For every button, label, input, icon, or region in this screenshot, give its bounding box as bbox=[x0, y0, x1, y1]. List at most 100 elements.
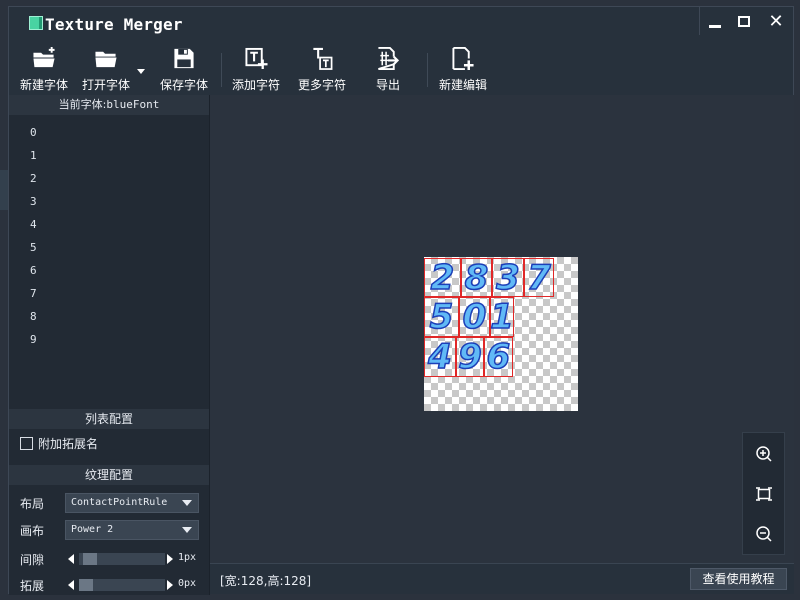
gap-increase-arrow-icon[interactable] bbox=[167, 554, 173, 564]
gap-decrease-arrow-icon[interactable] bbox=[68, 554, 74, 564]
export-icon bbox=[378, 47, 400, 70]
char-list-item[interactable]: 9 bbox=[30, 333, 37, 346]
zoom-in-icon bbox=[756, 446, 772, 462]
maximize-icon bbox=[738, 15, 750, 27]
open-font-button[interactable]: 打开字体 bbox=[81, 47, 131, 93]
chevron-down-icon bbox=[182, 527, 192, 533]
gap-slider-track[interactable] bbox=[79, 553, 165, 565]
zoom-out-icon bbox=[756, 526, 772, 542]
char-list-item[interactable]: 3 bbox=[30, 195, 37, 208]
glyph-tile[interactable]: 4 bbox=[424, 337, 456, 377]
extend-slider-thumb[interactable] bbox=[79, 579, 93, 591]
toolbar: 新建字体 打开字体 保存字体 添加字符 更多字符 导出 新建编辑 bbox=[9, 39, 793, 95]
canvas-value: Power 2 bbox=[71, 524, 114, 535]
add-char-icon bbox=[245, 47, 268, 70]
char-list-item[interactable]: 0 bbox=[30, 126, 37, 139]
glyph-tile[interactable]: 2 bbox=[424, 258, 461, 297]
gap-label: 间隙 bbox=[20, 553, 45, 567]
canvas-select[interactable]: Power 2 bbox=[65, 520, 199, 540]
texture-preview[interactable]: 2 8 3 7 5 0 1 4 9 6 bbox=[424, 257, 578, 411]
append-ext-label: 附加拓展名 bbox=[38, 437, 99, 451]
app-title: Texture Merger bbox=[45, 15, 183, 34]
folder-new-icon bbox=[33, 47, 55, 68]
char-list-item[interactable]: 7 bbox=[30, 287, 37, 300]
current-font-header: 当前字体:blueFont bbox=[9, 95, 209, 115]
layout-select[interactable]: ContactPointRule bbox=[65, 493, 199, 513]
new-font-button[interactable]: 新建字体 bbox=[19, 47, 69, 93]
save-icon bbox=[174, 48, 194, 69]
maximize-button[interactable] bbox=[729, 7, 759, 35]
char-list-item[interactable]: 1 bbox=[30, 149, 37, 162]
more-chars-label: 更多字符 bbox=[297, 78, 346, 92]
close-icon: ✕ bbox=[768, 10, 784, 32]
new-font-label: 新建字体 bbox=[19, 78, 68, 92]
layout-value: ContactPointRule bbox=[71, 497, 168, 508]
background-window-edge bbox=[0, 170, 8, 210]
char-list-item[interactable]: 2 bbox=[30, 172, 37, 185]
export-label: 导出 bbox=[375, 78, 400, 92]
toolbar-separator bbox=[427, 53, 428, 87]
more-chars-button[interactable]: 更多字符 bbox=[297, 47, 347, 93]
extend-slider-track[interactable] bbox=[79, 579, 165, 591]
glyph-tile[interactable]: 3 bbox=[492, 258, 524, 297]
minimize-icon bbox=[708, 24, 721, 28]
title-bar[interactable]: Texture Merger ✕ bbox=[9, 7, 793, 39]
extend-value: 0px bbox=[178, 578, 197, 589]
zoom-out-button[interactable] bbox=[755, 525, 773, 543]
canvas-label: 画布 bbox=[20, 524, 45, 538]
status-bar: [宽:128,高:128] 查看使用教程 bbox=[210, 563, 794, 594]
save-font-button[interactable]: 保存字体 bbox=[159, 47, 209, 93]
zoom-controls bbox=[742, 432, 785, 555]
list-config-title: 列表配置 bbox=[9, 409, 209, 429]
gap-slider[interactable] bbox=[65, 553, 173, 565]
texture-config-title: 纹理配置 bbox=[9, 465, 209, 485]
glyph-tile[interactable]: 5 bbox=[424, 297, 459, 337]
char-list-item[interactable]: 6 bbox=[30, 264, 37, 277]
save-font-label: 保存字体 bbox=[159, 78, 208, 92]
open-font-label: 打开字体 bbox=[81, 78, 130, 92]
texture-size-text: [宽:128,高:128] bbox=[220, 574, 312, 588]
char-list-item[interactable]: 4 bbox=[30, 218, 37, 231]
gap-slider-thumb[interactable] bbox=[83, 553, 97, 565]
glyph-tile[interactable]: 1 bbox=[489, 297, 515, 337]
export-button[interactable]: 导出 bbox=[365, 47, 411, 93]
texture-merger-window: Texture Merger ✕ 新建字体 打开字体 保存字体 添加字符 更多字… bbox=[8, 6, 794, 595]
glyph-tile[interactable]: 8 bbox=[461, 258, 492, 297]
current-font-label: 当前字体: bbox=[58, 98, 107, 111]
add-chars-button[interactable]: 添加字符 bbox=[231, 47, 281, 93]
glyph-tile[interactable]: 6 bbox=[484, 337, 513, 377]
new-edit-icon bbox=[452, 47, 474, 70]
left-panel: 当前字体:blueFont 0 1 2 3 4 5 6 7 8 9 列表配置 附… bbox=[9, 95, 210, 595]
texture-canvas-area[interactable]: 2 8 3 7 5 0 1 4 9 6 bbox=[210, 95, 794, 563]
minimize-button[interactable] bbox=[699, 7, 729, 35]
more-chars-icon bbox=[313, 47, 333, 70]
close-button[interactable]: ✕ bbox=[761, 7, 791, 35]
app-logo-icon bbox=[29, 16, 43, 30]
gap-value: 1px bbox=[178, 552, 197, 563]
char-list-item[interactable]: 8 bbox=[30, 310, 37, 323]
fit-button[interactable] bbox=[755, 485, 773, 503]
toolbar-separator bbox=[221, 53, 222, 87]
append-ext-option[interactable]: 附加拓展名 bbox=[20, 435, 98, 452]
fit-icon bbox=[756, 487, 772, 501]
extend-increase-arrow-icon[interactable] bbox=[167, 580, 173, 590]
view-tutorial-button[interactable]: 查看使用教程 bbox=[690, 568, 787, 590]
new-edit-label: 新建编辑 bbox=[438, 78, 487, 92]
new-edit-button[interactable]: 新建编辑 bbox=[437, 47, 489, 93]
append-ext-checkbox[interactable] bbox=[20, 437, 33, 450]
extend-label: 拓展 bbox=[20, 579, 45, 593]
layout-label: 布局 bbox=[20, 497, 45, 511]
current-font-name: blueFont bbox=[106, 98, 160, 111]
add-chars-label: 添加字符 bbox=[231, 78, 280, 92]
chevron-down-icon bbox=[182, 500, 192, 506]
glyph-tile[interactable]: 7 bbox=[524, 258, 554, 297]
char-list[interactable]: 0 1 2 3 4 5 6 7 8 9 bbox=[9, 115, 209, 404]
glyph-tile[interactable]: 9 bbox=[456, 337, 484, 377]
glyph-tile[interactable]: 0 bbox=[459, 297, 490, 337]
extend-slider[interactable] bbox=[65, 579, 173, 591]
open-font-dropdown-icon[interactable] bbox=[137, 69, 145, 74]
zoom-in-button[interactable] bbox=[755, 445, 773, 463]
char-list-item[interactable]: 5 bbox=[30, 241, 37, 254]
extend-decrease-arrow-icon[interactable] bbox=[68, 580, 74, 590]
folder-open-icon bbox=[95, 51, 117, 68]
